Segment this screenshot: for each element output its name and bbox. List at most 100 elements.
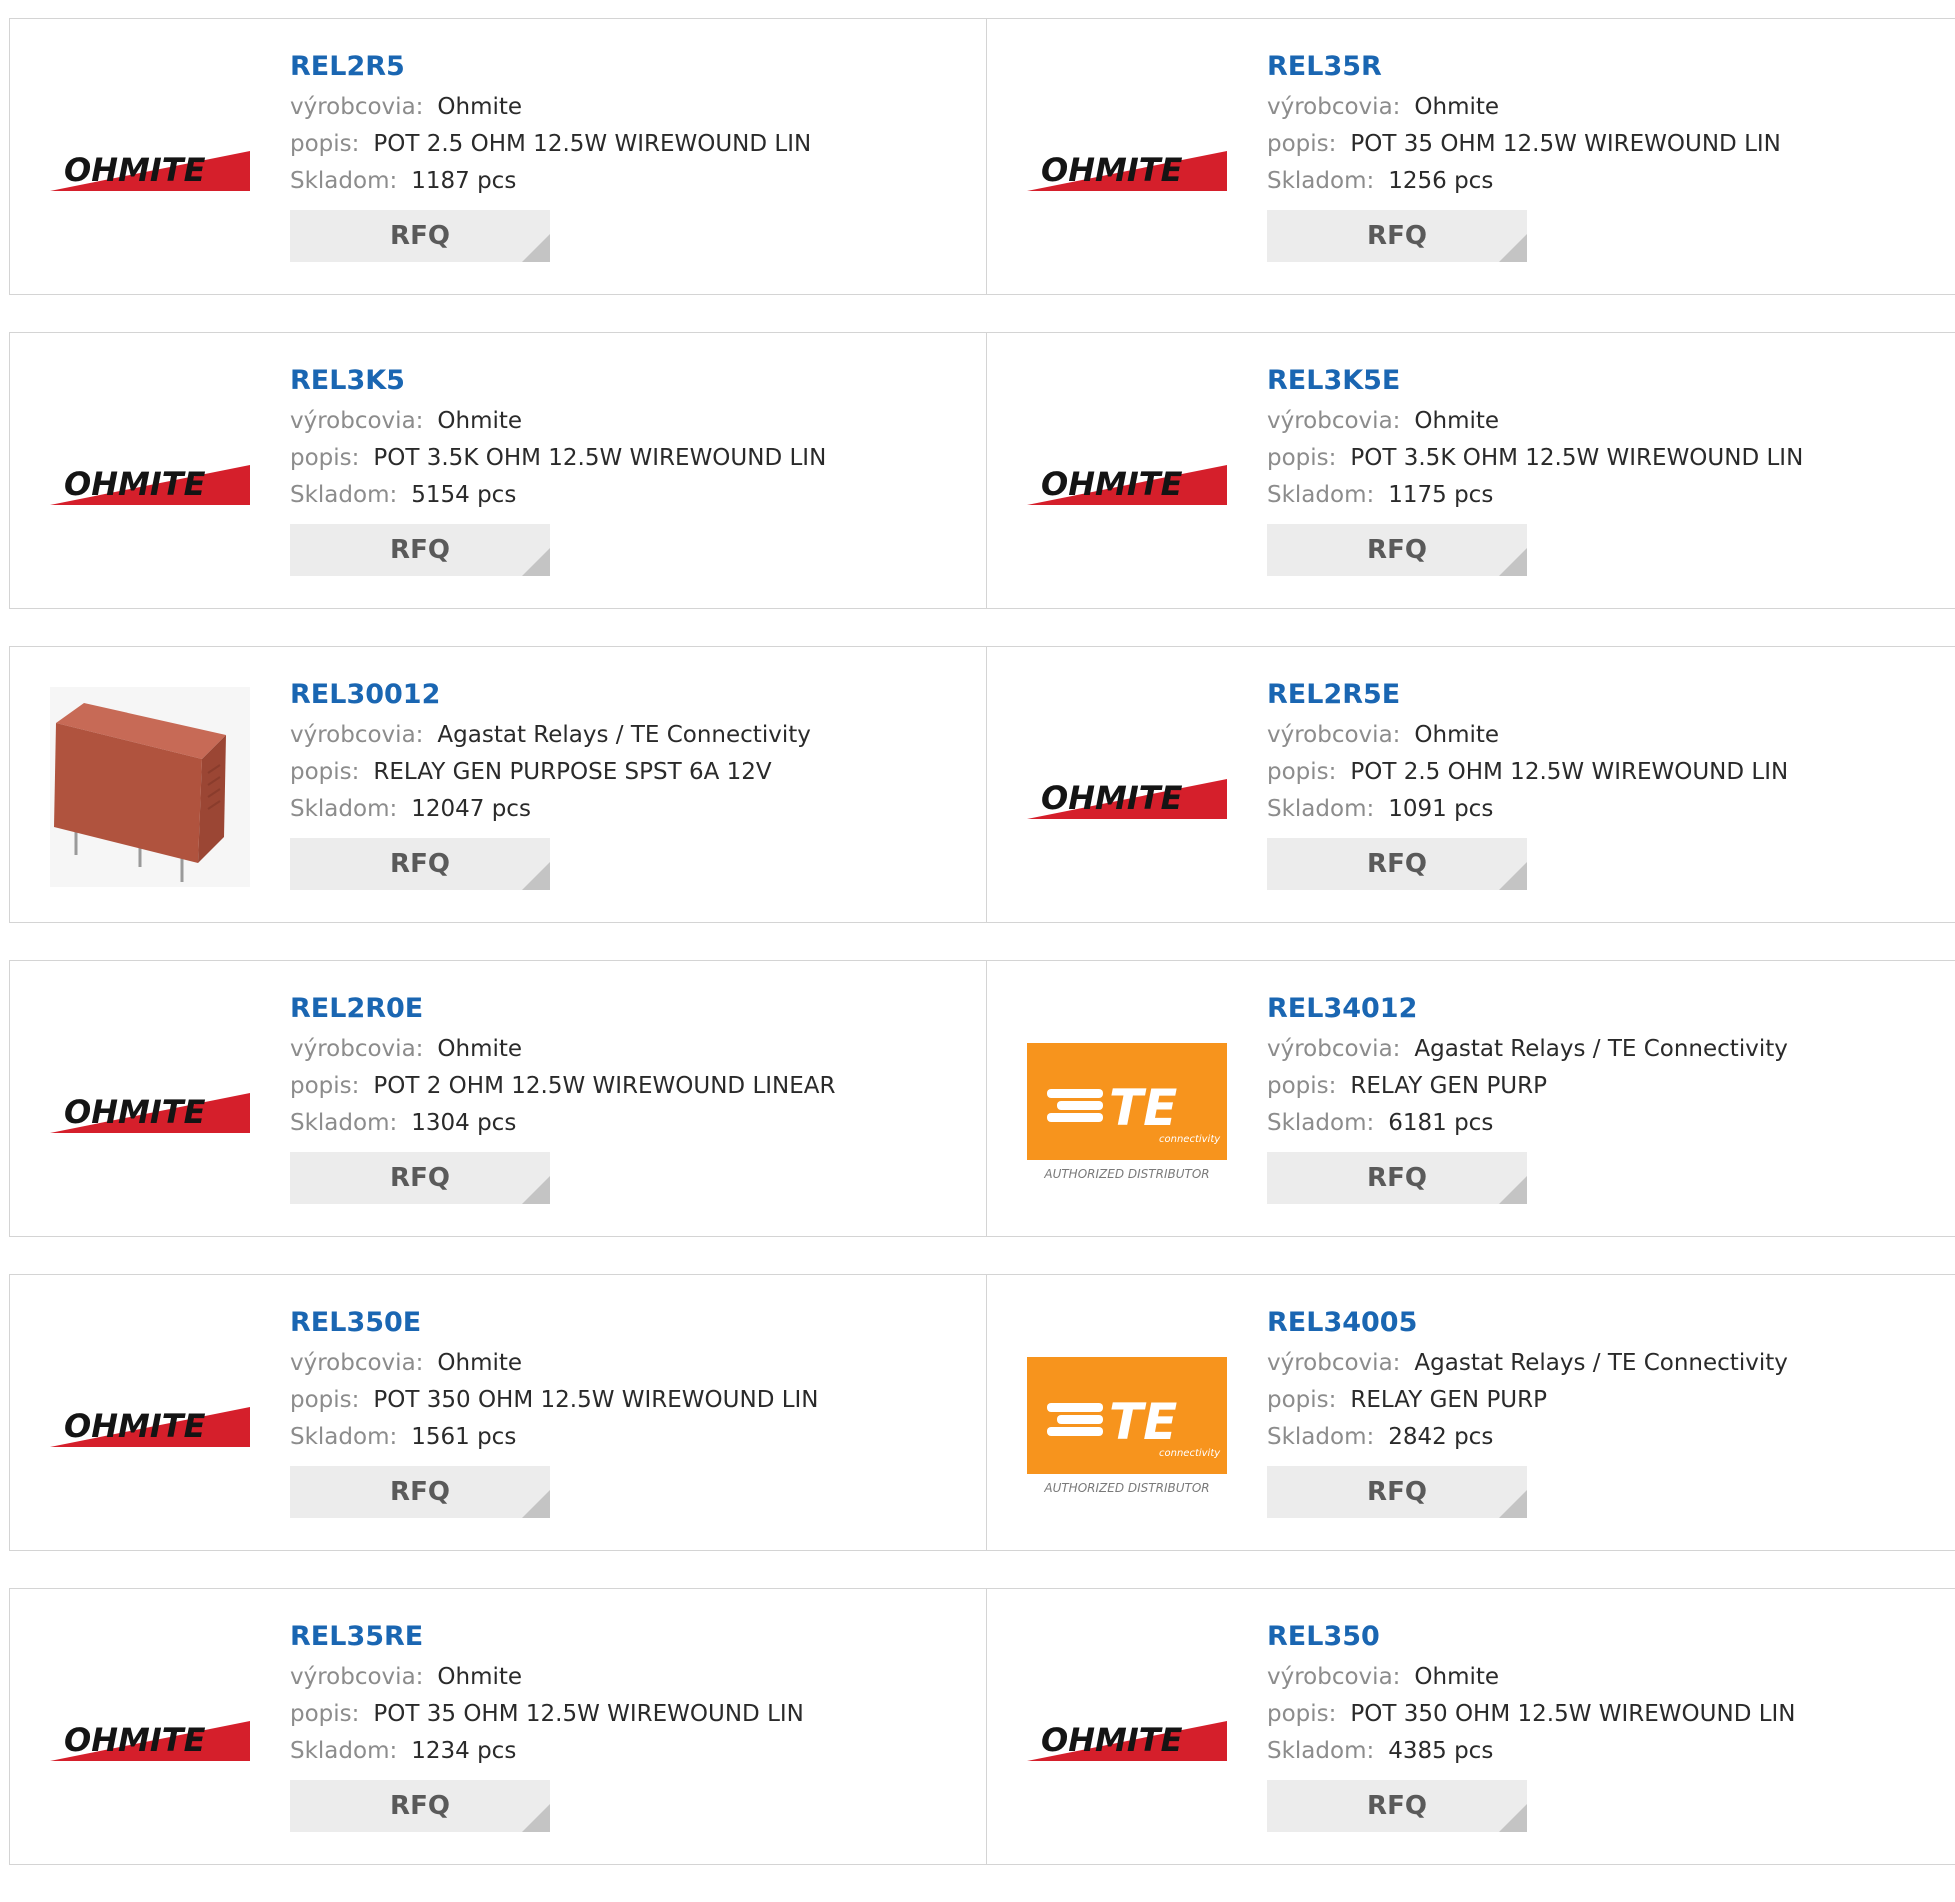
description-label: popis:: [290, 1073, 360, 1099]
rfq-button[interactable]: RFQ: [290, 838, 550, 890]
rfq-button[interactable]: RFQ: [1267, 1466, 1527, 1518]
stock-value: 1091 pcs: [1388, 796, 1494, 822]
product-card: OHMITE REL3K5E výrobcovia: Ohmite popis: POT…: [986, 333, 1955, 608]
stock-value: 12047 pcs: [411, 796, 531, 822]
product-info: REL2R5E výrobcovia: Ohmite popis: POT 2.5 OH…: [1267, 677, 1788, 890]
part-number-link[interactable]: REL30012: [290, 677, 811, 717]
part-number-link[interactable]: REL350E: [290, 1305, 819, 1345]
part-number-link[interactable]: REL2R0E: [290, 991, 836, 1031]
rfq-corner-triangle: [1499, 548, 1527, 576]
product-card: OHMITE REL35R výrobcovia: Ohmite popis: POT …: [986, 19, 1955, 294]
ohmite-logo[interactable]: OHMITE: [1027, 1629, 1227, 1829]
rfq-label: RFQ: [390, 1477, 450, 1507]
description-label: popis:: [290, 131, 360, 157]
part-number-link[interactable]: REL35RE: [290, 1619, 804, 1659]
ohmite-logo[interactable]: OHMITE: [1027, 373, 1227, 573]
manufacturer-value: Ohmite: [1414, 1664, 1500, 1690]
description-value: RELAY GEN PURPOSE SPST 6A 12V: [373, 759, 772, 785]
manufacturer-label: výrobcovia:: [290, 1036, 424, 1062]
stock-value: 5154 pcs: [411, 482, 517, 508]
rfq-button[interactable]: RFQ: [290, 210, 550, 262]
rfq-button[interactable]: RFQ: [290, 1780, 550, 1832]
rfq-button[interactable]: RFQ: [290, 1466, 550, 1518]
rfq-button[interactable]: RFQ: [1267, 1780, 1527, 1832]
stock-value: 2842 pcs: [1388, 1424, 1494, 1450]
product-row: OHMITE REL3K5 výrobcovia: Ohmite popis: POT …: [9, 332, 1955, 609]
description-label: popis:: [290, 1701, 360, 1727]
te-logo[interactable]: TE connectivity AUTHORIZED DISTRIBUTOR: [1027, 1315, 1227, 1515]
rfq-label: RFQ: [1367, 1791, 1427, 1821]
rfq-button[interactable]: RFQ: [1267, 838, 1527, 890]
part-number-link[interactable]: REL3K5E: [1267, 363, 1803, 403]
part-number-link[interactable]: REL2R5: [290, 49, 811, 89]
manufacturer-value: Agastat Relays / TE Connectivity: [1414, 1350, 1788, 1376]
rfq-corner-triangle: [522, 862, 550, 890]
description-value: POT 35 OHM 12.5W WIREWOUND LIN: [373, 1701, 804, 1727]
part-number-link[interactable]: REL34012: [1267, 991, 1788, 1031]
description-value: POT 3.5K OHM 12.5W WIREWOUND LIN: [373, 445, 827, 471]
ohmite-logo[interactable]: OHMITE: [50, 59, 250, 259]
stock-line: Skladom: 1561 pcs: [290, 1419, 819, 1456]
rfq-button[interactable]: RFQ: [1267, 1152, 1527, 1204]
te-logo[interactable]: TE connectivity AUTHORIZED DISTRIBUTOR: [1027, 1001, 1227, 1201]
stock-label: Skladom:: [1267, 1110, 1375, 1136]
manufacturer-value: Ohmite: [437, 94, 523, 120]
stock-line: Skladom: 4385 pcs: [1267, 1733, 1796, 1770]
rfq-label: RFQ: [390, 535, 450, 565]
product-info: REL350E výrobcovia: Ohmite popis: POT 350 OH…: [290, 1305, 819, 1518]
product-card: OHMITE REL2R5E výrobcovia: Ohmite popis: POT…: [986, 647, 1955, 922]
part-number-link[interactable]: REL34005: [1267, 1305, 1788, 1345]
stock-line: Skladom: 1304 pcs: [290, 1105, 836, 1142]
part-number-link[interactable]: REL350: [1267, 1619, 1796, 1659]
rfq-button[interactable]: RFQ: [1267, 524, 1527, 576]
ohmite-logo[interactable]: OHMITE: [1027, 59, 1227, 259]
part-number-link[interactable]: REL3K5: [290, 363, 826, 403]
part-number-link[interactable]: REL35R: [1267, 49, 1781, 89]
rfq-label: RFQ: [1367, 849, 1427, 879]
product-row: OHMITE REL2R0E výrobcovia: Ohmite popis: POT…: [9, 960, 1955, 1237]
rfq-corner-triangle: [522, 1176, 550, 1204]
stock-line: Skladom: 2842 pcs: [1267, 1419, 1788, 1456]
ohmite-logo[interactable]: OHMITE: [1027, 687, 1227, 887]
svg-text:OHMITE: OHMITE: [64, 151, 206, 189]
stock-label: Skladom:: [1267, 168, 1375, 194]
ohmite-logo[interactable]: OHMITE: [50, 373, 250, 573]
svg-text:OHMITE: OHMITE: [1041, 465, 1183, 503]
relay-photo[interactable]: [50, 687, 250, 887]
manufacturer-line: výrobcovia: Ohmite: [290, 403, 826, 440]
ohmite-logo[interactable]: OHMITE: [50, 1315, 250, 1515]
ohmite-logo[interactable]: OHMITE: [50, 1001, 250, 1201]
rfq-button[interactable]: RFQ: [290, 524, 550, 576]
stock-line: Skladom: 1187 pcs: [290, 163, 811, 200]
svg-text:TE: TE: [1109, 1393, 1177, 1451]
description-line: popis: POT 2 OHM 12.5W WIREWOUND LINEAR: [290, 1068, 836, 1105]
ohmite-logo[interactable]: OHMITE: [50, 1629, 250, 1829]
description-label: popis:: [1267, 1073, 1337, 1099]
rfq-corner-triangle: [522, 1804, 550, 1832]
description-label: popis:: [290, 445, 360, 471]
stock-line: Skladom: 1175 pcs: [1267, 477, 1803, 514]
manufacturer-line: výrobcovia: Ohmite: [290, 1659, 804, 1696]
stock-value: 1304 pcs: [411, 1110, 517, 1136]
rfq-label: RFQ: [390, 1163, 450, 1193]
stock-label: Skladom:: [290, 796, 398, 822]
product-info: REL2R5 výrobcovia: Ohmite popis: POT 2.5 OHM…: [290, 49, 811, 262]
stock-label: Skladom:: [1267, 1738, 1375, 1764]
manufacturer-label: výrobcovia:: [290, 1350, 424, 1376]
svg-text:OHMITE: OHMITE: [1041, 151, 1183, 189]
product-grid: OHMITE REL2R5 výrobcovia: Ohmite popis: POT …: [9, 18, 1955, 1902]
description-line: popis: RELAY GEN PURPOSE SPST 6A 12V: [290, 754, 811, 791]
manufacturer-value: Ohmite: [437, 1350, 523, 1376]
stock-value: 1175 pcs: [1388, 482, 1494, 508]
manufacturer-line: výrobcovia: Agastat Relays / TE Connectiv…: [1267, 1031, 1788, 1068]
product-row: OHMITE REL35RE výrobcovia: Ohmite popis: POT…: [9, 1588, 1955, 1865]
description-value: POT 350 OHM 12.5W WIREWOUND LIN: [1350, 1701, 1796, 1727]
svg-text:OHMITE: OHMITE: [64, 1721, 206, 1759]
stock-value: 1187 pcs: [411, 168, 517, 194]
part-number-link[interactable]: REL2R5E: [1267, 677, 1788, 717]
product-card: OHMITE REL2R5 výrobcovia: Ohmite popis: POT …: [9, 19, 987, 294]
rfq-button[interactable]: RFQ: [290, 1152, 550, 1204]
stock-line: Skladom: 6181 pcs: [1267, 1105, 1788, 1142]
rfq-button[interactable]: RFQ: [1267, 210, 1527, 262]
product-row: OHMITE REL350E výrobcovia: Ohmite popis: POT…: [9, 1274, 1955, 1551]
